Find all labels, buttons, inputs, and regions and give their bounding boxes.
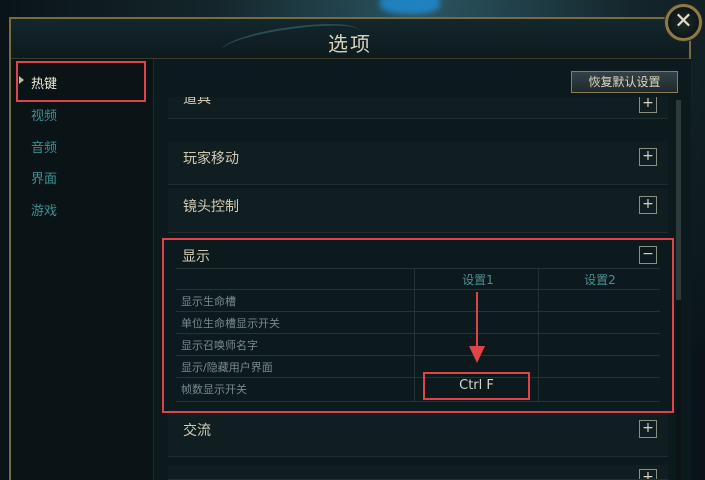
section-items[interactable]: 道具 + xyxy=(168,97,668,119)
section-chat[interactable]: 交流 + xyxy=(168,413,668,457)
section-title: 交流 xyxy=(183,423,211,439)
sidebar-item-game[interactable]: 游戏 xyxy=(31,200,57,219)
restore-defaults-button[interactable]: 恢复默认设置 xyxy=(571,71,678,93)
sidebar-item-interface[interactable]: 界面 xyxy=(31,168,57,187)
plus-icon[interactable]: + xyxy=(639,469,657,479)
annotation-arrow-shaft xyxy=(476,292,478,352)
close-button[interactable]: ✕ xyxy=(665,4,702,41)
plus-icon[interactable]: + xyxy=(639,420,657,438)
plus-icon[interactable]: + xyxy=(639,97,657,113)
title-bar: 选项 xyxy=(11,17,689,65)
sidebar-item-hotkeys[interactable]: 热键 xyxy=(31,73,57,92)
section-player-movement[interactable]: 玩家移动 + xyxy=(168,141,668,185)
annotation-arrow-head xyxy=(469,346,485,363)
section-title: 玩家移动 xyxy=(183,151,239,167)
section-title: 镜头控制 xyxy=(183,199,239,215)
plus-icon[interactable]: + xyxy=(639,196,657,214)
display-section-highlight xyxy=(162,238,674,413)
section-camera-control[interactable]: 镜头控制 + xyxy=(168,189,668,233)
sidebar-item-video[interactable]: 视频 xyxy=(31,105,57,124)
section-title: 道具 xyxy=(183,97,211,107)
background-glow xyxy=(380,0,440,14)
scrollbar-thumb[interactable] xyxy=(676,100,681,300)
sidebar-item-audio[interactable]: 音频 xyxy=(31,137,57,156)
caret-right-icon xyxy=(19,76,24,84)
close-icon: ✕ xyxy=(674,9,693,34)
plus-icon[interactable]: + xyxy=(639,148,657,166)
window-title: 选项 xyxy=(328,32,372,56)
sidebar: 热键 视频 音频 界面 游戏 xyxy=(11,59,153,480)
section-next[interactable]: + xyxy=(168,465,668,480)
